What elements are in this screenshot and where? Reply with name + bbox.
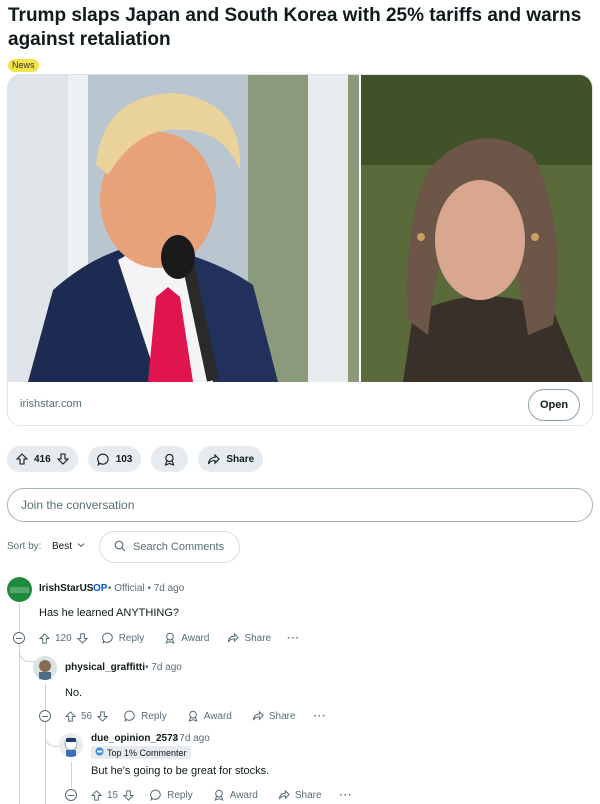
share-icon xyxy=(252,710,264,722)
sort-value: Best xyxy=(52,541,73,552)
badge-label: Top 1% Commenter xyxy=(107,747,187,758)
comment-body: No. xyxy=(65,687,83,699)
comment-actions: 15 Reply Award Share ··· xyxy=(91,788,353,802)
upvote-icon[interactable] xyxy=(65,710,76,722)
comment-meta: • 7d ago xyxy=(145,662,182,673)
upvote-icon[interactable] xyxy=(16,453,28,465)
downvote-icon[interactable] xyxy=(56,453,69,465)
more-icon[interactable]: ··· xyxy=(340,790,353,801)
award-icon xyxy=(213,789,225,801)
comment-body: But he's going to be great for stocks. xyxy=(91,765,270,777)
upvote-icon[interactable] xyxy=(91,789,102,801)
status-badge: Top 1% Commenter xyxy=(91,746,191,759)
award-button[interactable]: Award xyxy=(213,789,258,801)
avatar[interactable] xyxy=(7,577,32,602)
thread-line[interactable] xyxy=(71,762,72,788)
downvote-icon[interactable] xyxy=(123,789,135,801)
share-button[interactable]: Share xyxy=(278,789,322,801)
downvote-icon[interactable] xyxy=(76,632,88,644)
comment-vote-count: 15 xyxy=(107,789,119,801)
sort-dropdown[interactable]: Best xyxy=(52,541,85,552)
avatar[interactable] xyxy=(59,733,83,757)
award-button[interactable]: Award xyxy=(164,632,209,644)
comment-meta: • 7d ago xyxy=(173,733,210,744)
award-icon xyxy=(164,632,176,644)
post-flair[interactable]: News xyxy=(8,59,39,72)
award-icon xyxy=(187,710,199,722)
comment-icon xyxy=(124,710,136,722)
comment-vote-group: 15 xyxy=(91,789,135,801)
comments-button[interactable]: 103 xyxy=(87,446,142,472)
open-link-button[interactable]: Open xyxy=(528,389,580,421)
search-comments-placeholder: Search Comments xyxy=(133,541,225,553)
comment-username[interactable]: due_opinion_2573 xyxy=(91,733,178,744)
thread-line[interactable] xyxy=(45,684,46,804)
link-domain[interactable]: irishstar.com xyxy=(20,398,82,410)
link-card[interactable]: irishstar.com Open xyxy=(7,74,593,426)
op-tag: OP xyxy=(93,583,108,594)
comment-body: Has he learned ANYTHING? xyxy=(39,607,180,619)
article-thumbnail[interactable] xyxy=(8,75,592,382)
award-label: Award xyxy=(203,710,232,722)
share-icon xyxy=(278,789,290,801)
comment-icon xyxy=(101,632,114,644)
comment-actions: 120 Reply Award Share ··· xyxy=(39,631,300,645)
reply-label: Reply xyxy=(118,632,145,644)
commenter-badge-icon xyxy=(95,747,104,758)
post-title[interactable]: Trump slaps Japan and South Korea with 2… xyxy=(8,4,588,52)
reply-label: Reply xyxy=(141,710,167,722)
share-label: Share xyxy=(294,789,322,801)
share-label: Share xyxy=(268,710,296,722)
thread-connector xyxy=(19,650,35,662)
comment-vote-group: 56 xyxy=(65,710,109,722)
comment-meta: • Official • 7d ago xyxy=(108,583,185,594)
upvote-icon[interactable] xyxy=(39,632,50,644)
award-button[interactable]: Award xyxy=(187,710,232,722)
post-action-bar: 416 103 Share xyxy=(7,446,264,472)
comment-vote-group: 120 xyxy=(39,633,88,644)
collapse-icon[interactable] xyxy=(13,632,25,644)
award-label: Award xyxy=(181,632,210,644)
chevron-down-icon xyxy=(77,541,85,552)
share-button[interactable]: Share xyxy=(198,446,264,472)
award-icon xyxy=(163,453,176,466)
search-icon xyxy=(114,540,126,555)
share-button[interactable]: Share xyxy=(227,632,271,644)
share-icon xyxy=(227,632,240,644)
more-icon[interactable]: ··· xyxy=(314,711,327,722)
sort-label: Sort by: xyxy=(7,541,42,552)
share-icon xyxy=(207,453,221,466)
comment-icon xyxy=(96,453,110,466)
vote-pill: 416 xyxy=(7,446,78,472)
share-label: Share xyxy=(226,453,255,465)
search-comments-input[interactable]: Search Comments xyxy=(99,531,240,563)
comment-count: 103 xyxy=(115,453,133,465)
reply-label: Reply xyxy=(167,789,193,801)
vote-count: 416 xyxy=(34,453,51,465)
award-label: Award xyxy=(229,789,258,801)
more-icon[interactable]: ··· xyxy=(287,633,300,644)
award-button[interactable] xyxy=(151,446,189,472)
comment-username[interactable]: IrishStarUS xyxy=(39,583,93,594)
downvote-icon[interactable] xyxy=(97,710,109,722)
reply-button[interactable]: Reply xyxy=(124,710,167,722)
comment-username[interactable]: physical_graffitti xyxy=(65,662,145,673)
share-button[interactable]: Share xyxy=(252,710,296,722)
collapse-icon[interactable] xyxy=(65,789,77,801)
comment-actions: 56 Reply Award Share ··· xyxy=(65,709,327,723)
reply-button[interactable]: Reply xyxy=(150,789,193,801)
collapse-icon[interactable] xyxy=(39,710,51,722)
comment-vote-count: 120 xyxy=(55,632,72,644)
share-label: Share xyxy=(244,632,272,644)
join-conversation-input[interactable]: Join the conversation xyxy=(7,488,593,522)
reply-button[interactable]: Reply xyxy=(101,632,145,644)
comment-icon xyxy=(150,789,162,801)
avatar[interactable] xyxy=(33,656,57,680)
comment-vote-count: 56 xyxy=(81,710,93,722)
